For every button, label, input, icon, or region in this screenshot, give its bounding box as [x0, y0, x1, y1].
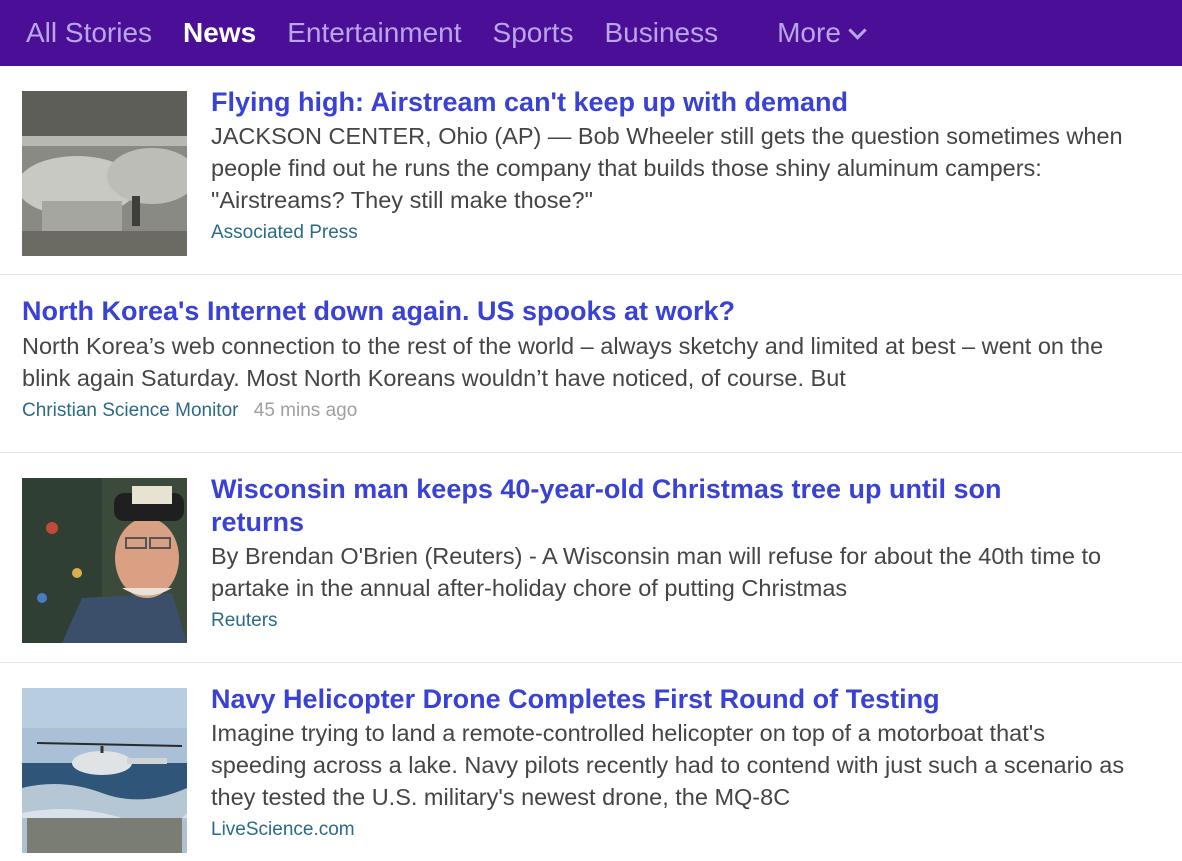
story-summary: By Brendan O'Brien (Reuters) - A Wiscons… — [211, 543, 1102, 601]
story-item: Flying high: Airstream can't keep up wit… — [0, 66, 1182, 275]
chevron-down-icon — [848, 20, 867, 40]
story-thumbnail-wisconsin[interactable] — [22, 478, 187, 643]
story-title[interactable]: North Korea's Internet down again. US sp… — [22, 295, 1142, 328]
more-menu-button[interactable]: More — [777, 17, 867, 49]
story-title[interactable]: Wisconsin man keeps 40-year-old Christma… — [211, 473, 1031, 539]
story-thumbnail-airstream[interactable] — [22, 91, 187, 256]
story-title[interactable]: Flying high: Airstream can't keep up wit… — [211, 86, 1142, 119]
story-summary: Imagine trying to land a remote-controll… — [211, 720, 1125, 810]
story-source[interactable]: Associated Press — [211, 222, 358, 243]
story-summary: North Korea’s web connection to the rest… — [22, 333, 1104, 391]
nav-item-news[interactable]: News — [183, 17, 256, 49]
story-source[interactable]: Christian Science Monitor — [22, 400, 238, 421]
story-source[interactable]: Reuters — [211, 610, 278, 631]
more-label: More — [777, 17, 841, 48]
story-item: Navy Helicopter Drone Completes First Ro… — [0, 663, 1182, 861]
nav-item-entertainment[interactable]: Entertainment — [287, 17, 461, 49]
top-nav: All Stories News Entertainment Sports Bu… — [0, 0, 1182, 66]
story-item: Wisconsin man keeps 40-year-old Christma… — [0, 453, 1182, 663]
story-timestamp: 45 mins ago — [253, 400, 358, 421]
story-item: North Korea's Internet down again. US sp… — [0, 275, 1182, 453]
story-title[interactable]: Navy Helicopter Drone Completes First Ro… — [211, 683, 1142, 716]
nav-item-business[interactable]: Business — [604, 17, 718, 49]
story-source[interactable]: LiveScience.com — [211, 819, 355, 840]
nav-item-all-stories[interactable]: All Stories — [26, 17, 152, 49]
nav-item-sports[interactable]: Sports — [493, 17, 574, 49]
story-thumbnail-navy-drone[interactable] — [22, 688, 187, 853]
story-summary: JACKSON CENTER, Ohio (AP) — Bob Wheeler … — [211, 123, 1123, 213]
